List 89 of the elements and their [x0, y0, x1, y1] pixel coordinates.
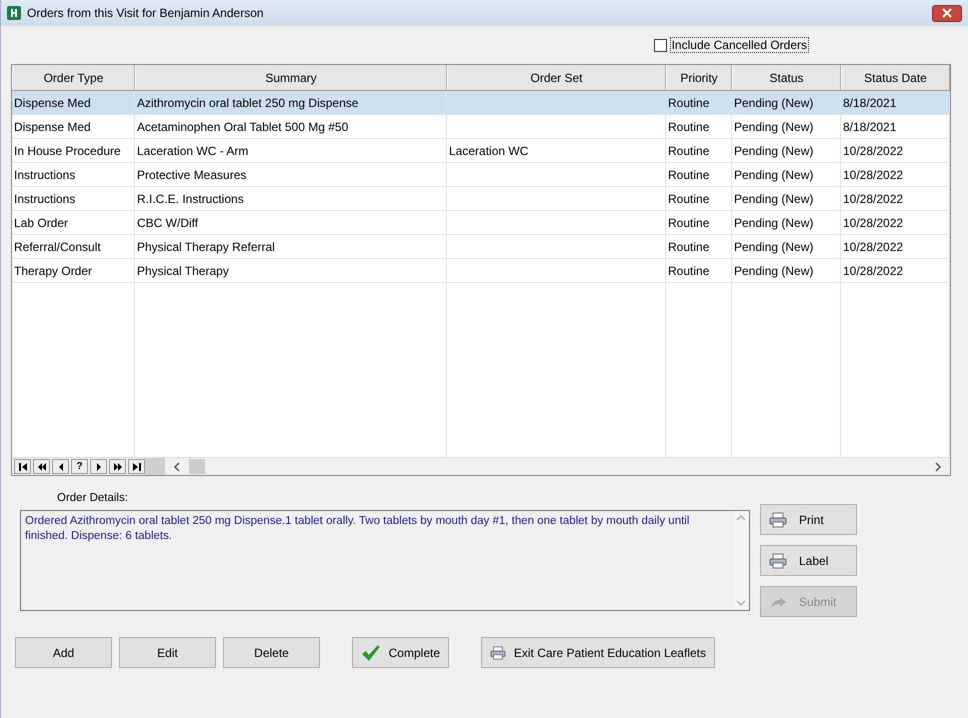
table-cell: Routine	[668, 120, 710, 134]
table-cell: Pending (New)	[734, 120, 814, 134]
window-title: Orders from this Visit for Benjamin Anderson	[27, 6, 264, 20]
table-cell: 10/28/2022	[843, 264, 904, 278]
checkmark-icon	[361, 644, 381, 662]
table-cell: 8/18/2021	[843, 96, 896, 110]
table-cell: 10/28/2022	[843, 216, 904, 230]
next-page-button[interactable]	[109, 459, 126, 474]
table-cell: Instructions	[14, 192, 76, 206]
table-cell: Therapy Order	[14, 264, 92, 278]
side-button[interactable]: Label	[760, 545, 857, 576]
table-cell: Azithromycin oral tablet 250 mg Dispense	[137, 96, 358, 110]
table-row[interactable]: Referral/Consult Physical Therapy Referral Routine Pending (New) 10/28/2022	[12, 235, 950, 259]
column-header[interactable]: Status	[732, 65, 841, 90]
table-cell: Routine	[668, 240, 710, 254]
table-cell: 10/28/2022	[843, 144, 904, 158]
close-button[interactable]	[932, 4, 962, 22]
column-header[interactable]: Order Set	[447, 65, 666, 90]
side-button[interactable]: Print	[760, 504, 857, 535]
table-row[interactable]: Lab Order CBC W/Diff Routine Pending (New) 10/28/2022	[12, 211, 950, 235]
table-cell: Routine	[668, 264, 710, 278]
column-header[interactable]: Status Date	[841, 65, 950, 90]
table-cell: CBC W/Diff	[137, 216, 198, 230]
help-button[interactable]: ?	[71, 459, 88, 474]
prev-button[interactable]	[52, 459, 69, 474]
order-details-label: Order Details:	[57, 492, 129, 506]
table-row[interactable]: Therapy Order Physical Therapy Routine Pending (New) 10/28/2022	[12, 259, 950, 283]
table-cell: Lab Order	[14, 216, 68, 230]
table-row[interactable]: Dispense Med Azithromycin oral tablet 250 mg Dispense Routine Pending (New) 8/18/2021	[12, 91, 950, 115]
checkbox[interactable]	[654, 38, 667, 52]
table-cell: Pending (New)	[734, 216, 814, 230]
table-cell: Pending (New)	[734, 96, 814, 110]
table-cell: Referral/Consult	[14, 240, 101, 254]
next-page-arrow-icon	[112, 462, 122, 470]
table-cell: Dispense Med	[14, 120, 91, 134]
action-button[interactable]: Exit Care Patient Education Leaflets	[481, 637, 715, 668]
action-button[interactable]: Delete	[223, 637, 320, 668]
table-cell: Laceration WC	[449, 144, 528, 158]
action-button[interactable]: Add	[15, 637, 112, 668]
scroll-right-icon[interactable]	[934, 462, 942, 472]
column-header[interactable]: Priority	[666, 65, 732, 90]
table-row[interactable]: Instructions R.I.C.E. Instructions Routine Pending (New) 10/28/2022	[12, 187, 950, 211]
table-cell: R.I.C.E. Instructions	[137, 192, 244, 206]
navigator-spacer	[145, 458, 165, 475]
table-cell: Physical Therapy Referral	[137, 240, 275, 254]
table-cell: 10/28/2022	[843, 192, 904, 206]
table-cell: Laceration WC - Arm	[137, 144, 248, 158]
action-button[interactable]: Edit	[119, 637, 216, 668]
app-icon	[7, 6, 21, 20]
table-cell: Routine	[668, 144, 710, 158]
first-arrow-icon	[18, 462, 28, 470]
table-cell: Physical Therapy	[137, 264, 229, 278]
action-button[interactable]: Complete	[352, 637, 449, 668]
table-cell: 10/28/2022	[843, 240, 904, 254]
table-cell: Pending (New)	[734, 240, 814, 254]
scrollbar-thumb[interactable]	[189, 459, 205, 474]
table-cell: In House Procedure	[14, 144, 121, 158]
printer-icon	[769, 512, 787, 528]
table-cell: Acetaminophen Oral Tablet 500 Mg #50	[137, 120, 348, 134]
prev-page-button[interactable]	[33, 459, 50, 474]
printer-icon	[490, 644, 506, 660]
table-cell: Routine	[668, 168, 710, 182]
table-cell: Pending (New)	[734, 264, 814, 278]
prev-page-arrow-icon	[36, 462, 46, 470]
table-cell: 8/18/2021	[843, 120, 896, 134]
table-cell: Routine	[668, 96, 710, 110]
last-button[interactable]	[128, 459, 145, 474]
table-cell: Pending (New)	[734, 192, 814, 206]
column-header[interactable]: Summary	[135, 65, 447, 90]
checkbox-label[interactable]: Include Cancelled Orders	[670, 37, 809, 53]
column-header[interactable]: Order Type	[12, 65, 135, 90]
table-row[interactable]: In House Procedure Laceration WC - Arm Laceration WC Routine Pending (New) 10/28/2022	[12, 139, 950, 163]
scroll-left-icon[interactable]	[173, 462, 181, 472]
table-row[interactable]: Dispense Med Acetaminophen Oral Tablet 500 Mg #50 Routine Pending (New) 8/18/2021	[12, 115, 950, 139]
first-button[interactable]	[14, 459, 31, 474]
table-cell: Pending (New)	[734, 168, 814, 182]
last-arrow-icon	[132, 462, 142, 470]
table-cell: Routine	[668, 216, 710, 230]
order-details-text: Ordered Azithromycin oral tablet 250 mg Dispense.1 tablet orally. Two tablets by mouth day #1, then one tablet by mouth daily until finished. Dispense: 6 tablets.	[24, 514, 690, 544]
table-cell: Instructions	[14, 168, 76, 182]
table-row[interactable]: Instructions Protective Measures Routine Pending (New) 10/28/2022	[12, 163, 950, 187]
close-icon	[942, 8, 952, 18]
table-cell: Dispense Med	[14, 96, 91, 110]
next-button[interactable]	[90, 459, 107, 474]
table-cell: Protective Measures	[137, 168, 246, 182]
table-cell: Routine	[668, 192, 710, 206]
table-cell: 10/28/2022	[843, 168, 904, 182]
printer-icon	[769, 552, 787, 568]
table-cell: Pending (New)	[734, 144, 814, 158]
